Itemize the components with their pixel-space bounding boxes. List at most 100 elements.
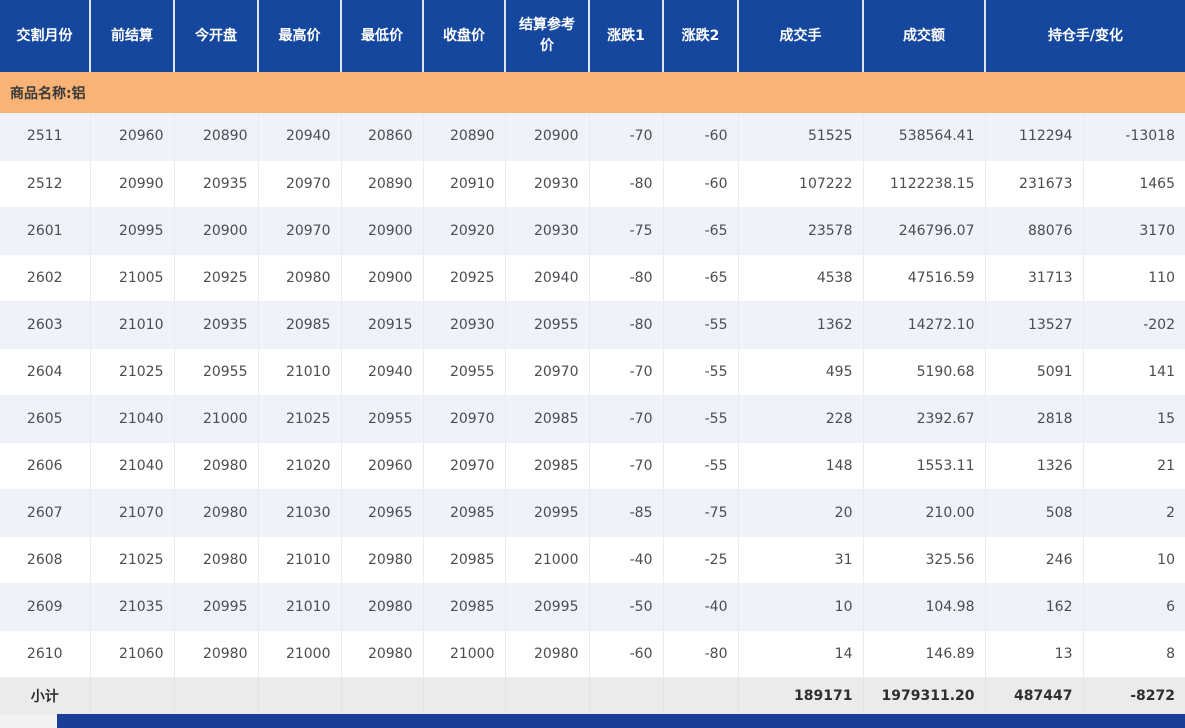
cell-open: 20935: [174, 301, 259, 349]
cell-change2: -80: [663, 630, 739, 678]
col-header-prev-settlement: 前结算: [90, 0, 175, 72]
cell-volume: 10: [738, 583, 864, 631]
cell-delivery_month: 2607: [0, 489, 91, 537]
cell-volume: 228: [738, 395, 864, 443]
cell-prev_settlement: 21070: [90, 489, 175, 537]
cell-settlement_ref: 20970: [505, 348, 590, 396]
cell-high: 21010: [258, 536, 342, 584]
cell-low: 20980: [341, 536, 424, 584]
subtotal-row: 小计 189171 1979311.20 487447 -8272: [0, 677, 1185, 714]
cell-open: 20955: [174, 348, 259, 396]
col-header-settlement-ref: 结算参考价: [505, 0, 590, 72]
cell-delivery_month: 2512: [0, 160, 91, 208]
cell-high: 20970: [258, 160, 342, 208]
cell-change2: -60: [663, 160, 739, 208]
cell-change2: -55: [663, 301, 739, 349]
table-row: 2511 20960 20890 20940 20860 20890 20900 -70 -60…: [0, 113, 1185, 161]
horizontal-scrollbar-thumb[interactable]: [57, 714, 1185, 728]
futures-quotes-page: 交割月份 前结算 今开盘 最高价 最低价 收盘价 结算参考价 涨跌1 涨跌2 成…: [0, 0, 1185, 728]
cell-close: 20890: [423, 113, 506, 161]
cell-volume: 1362: [738, 301, 864, 349]
cell-high: 21010: [258, 348, 342, 396]
cell-oi_change: 3170: [1083, 207, 1185, 255]
cell-turnover: 146.89: [863, 630, 986, 678]
col-header-change1: 涨跌1: [589, 0, 664, 72]
cell-delivery_month: 2606: [0, 442, 91, 490]
table-row: 2512 20990 20935 20970 20890 20910 20930 -80 -60…: [0, 160, 1185, 208]
cell-settlement_ref: 20930: [505, 207, 590, 255]
cell-volume: 23578: [738, 207, 864, 255]
cell-turnover: 5190.68: [863, 348, 986, 396]
commodity-group-row: 商品名称:铝: [0, 72, 1185, 113]
cell-prev_settlement: 21060: [90, 630, 175, 678]
cell-delivery_month: 2603: [0, 301, 91, 349]
cell-volume: 14: [738, 630, 864, 678]
cell-close: 20985: [423, 536, 506, 584]
cell-open_interest: 5091: [985, 348, 1084, 396]
table-row: 2601 20995 20900 20970 20900 20920 20930 -75 -65…: [0, 207, 1185, 255]
cell-close: 20920: [423, 207, 506, 255]
cell-open_interest: 13: [985, 630, 1084, 678]
cell-settlement_ref: 20985: [505, 395, 590, 443]
cell-turnover: 1122238.15: [863, 160, 986, 208]
cell-turnover: 14272.10: [863, 301, 986, 349]
cell-oi_change: 2: [1083, 489, 1185, 537]
cell-volume: 107222: [738, 160, 864, 208]
col-header-delivery-month: 交割月份: [0, 0, 91, 72]
futures-quotes-table: 交割月份 前结算 今开盘 最高价 最低价 收盘价 结算参考价 涨跌1 涨跌2 成…: [0, 0, 1185, 714]
cell-open: 20935: [174, 160, 259, 208]
cell-change1: -75: [589, 207, 664, 255]
cell-change1: -70: [589, 348, 664, 396]
cell-open: 20890: [174, 113, 259, 161]
cell-delivery_month: 2609: [0, 583, 91, 631]
cell-low: 20965: [341, 489, 424, 537]
cell-oi_change: 110: [1083, 254, 1185, 302]
cell-high: 20940: [258, 113, 342, 161]
cell-oi_change: 15: [1083, 395, 1185, 443]
cell-high: 21025: [258, 395, 342, 443]
cell-delivery_month: 2601: [0, 207, 91, 255]
cell-oi_change: -202: [1083, 301, 1185, 349]
cell-high: 20985: [258, 301, 342, 349]
table-row: 2605 21040 21000 21025 20955 20970 20985 -70 -55…: [0, 395, 1185, 443]
cell-change1: -60: [589, 630, 664, 678]
cell-close: 20930: [423, 301, 506, 349]
table-row: 2603 21010 20935 20985 20915 20930 20955 -80 -55…: [0, 301, 1185, 349]
cell-prev_settlement: 21035: [90, 583, 175, 631]
cell-low: 20900: [341, 207, 424, 255]
cell-oi_change: 6: [1083, 583, 1185, 631]
cell-change2: -75: [663, 489, 739, 537]
table-row: 2602 21005 20925 20980 20900 20925 20940 -80 -65…: [0, 254, 1185, 302]
cell-change1: -40: [589, 536, 664, 584]
cell-oi_change: 141: [1083, 348, 1185, 396]
cell-change2: -60: [663, 113, 739, 161]
cell-high: 21020: [258, 442, 342, 490]
cell-volume: 31: [738, 536, 864, 584]
cell-settlement_ref: 20940: [505, 254, 590, 302]
table-row: 2610 21060 20980 21000 20980 21000 20980 -60 -80…: [0, 630, 1185, 678]
horizontal-scrollbar-track[interactable]: [0, 714, 1185, 728]
cell-delivery_month: 2610: [0, 630, 91, 678]
cell-close: 20955: [423, 348, 506, 396]
cell-high: 21000: [258, 630, 342, 678]
cell-change1: -80: [589, 301, 664, 349]
col-header-high: 最高价: [258, 0, 342, 72]
cell-change2: -65: [663, 254, 739, 302]
cell-settlement_ref: 20995: [505, 583, 590, 631]
cell-change2: -55: [663, 348, 739, 396]
table-row: 2608 21025 20980 21010 20980 20985 21000 -40 -25…: [0, 536, 1185, 584]
cell-low: 20980: [341, 630, 424, 678]
cell-low: 20860: [341, 113, 424, 161]
cell-close: 21000: [423, 630, 506, 678]
cell-open: 20980: [174, 630, 259, 678]
subtotal-turnover: 1979311.20: [863, 677, 986, 714]
cell-turnover: 210.00: [863, 489, 986, 537]
col-header-volume: 成交手: [738, 0, 864, 72]
col-header-low: 最低价: [341, 0, 424, 72]
cell-volume: 20: [738, 489, 864, 537]
cell-open: 20980: [174, 442, 259, 490]
cell-volume: 495: [738, 348, 864, 396]
cell-oi_change: 8: [1083, 630, 1185, 678]
cell-change1: -70: [589, 442, 664, 490]
cell-close: 20985: [423, 489, 506, 537]
